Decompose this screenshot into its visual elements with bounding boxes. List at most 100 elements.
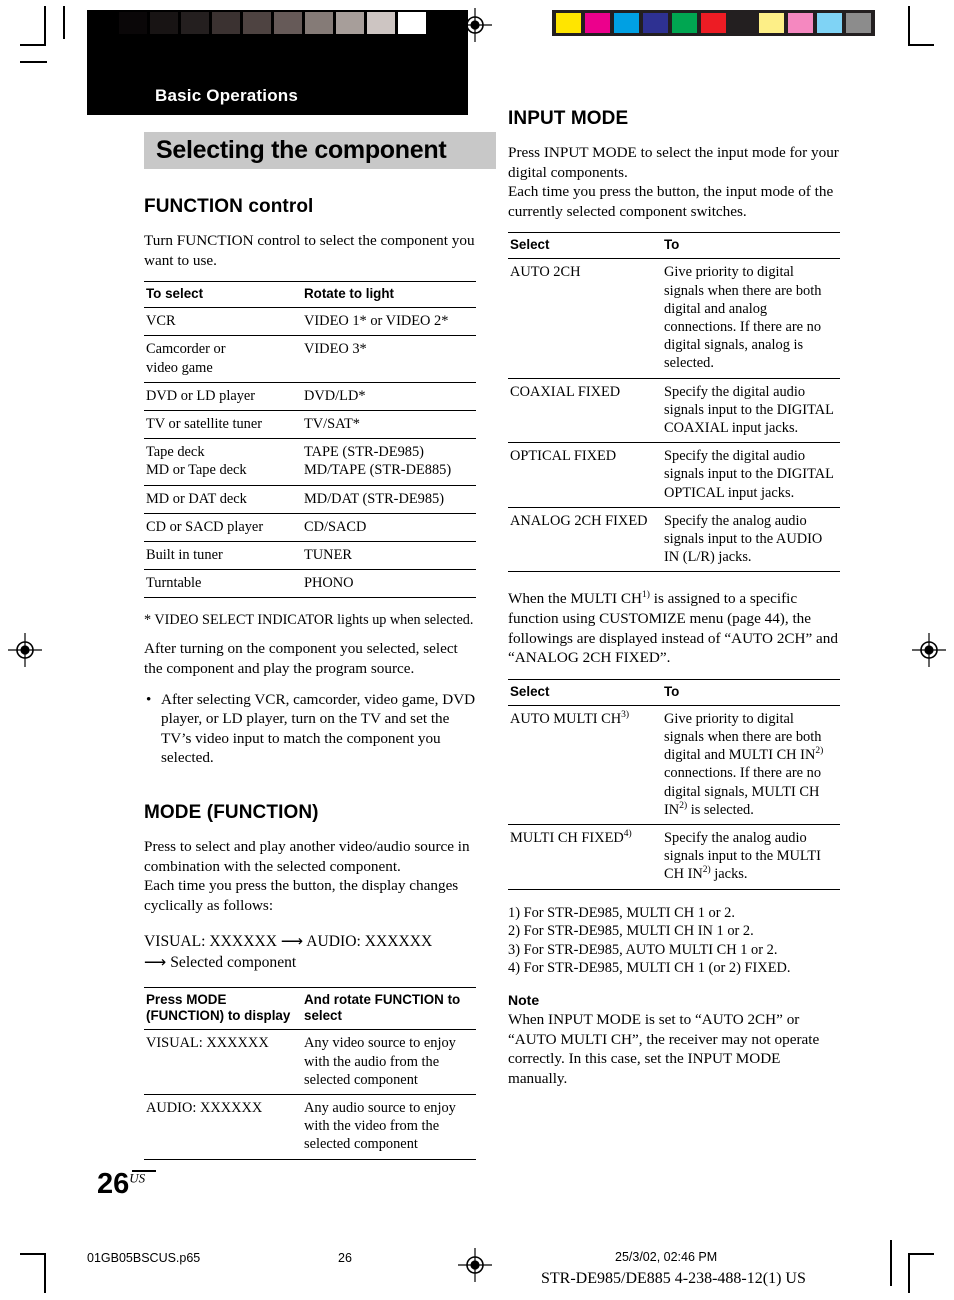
column-header-to: To [662,232,840,260]
page-number-rule [132,1170,156,1172]
table-header-row: Press MODE (FUNCTION) to display And rot… [144,987,476,1031]
cell-select: Camcorder or video game [144,335,302,383]
cell-to: Specify the analog audio signals input t… [662,507,840,573]
cell-select: VCR [144,307,302,337]
cell-to: Any audio source to enjoy with the video… [302,1094,476,1160]
note-heading: Note [508,992,540,1008]
multi-ch-table: Select To AUTO MULTI CH3) Give priority … [508,678,840,890]
input-mode-table: Select To AUTO 2CH Give priority to digi… [508,232,840,573]
cell-select: AUDIO: XXXXXX [144,1094,302,1160]
manual-page: Basic Operations Selecting the component… [0,0,954,1300]
footnote-1: 1) For STR-DE985, MULTI CH 1 or 2. [508,904,735,921]
table-row: Tape deck TAPE (STR-DE985) [144,439,476,462]
footnote-ref-2: 2) [702,865,711,876]
footer-timestamp: 25/3/02, 02:46 PM [615,1250,718,1264]
heading-function-control: FUNCTION control [144,196,314,217]
table-row: OPTICAL FIXED Specify the digital audio … [508,442,840,508]
footnote-3: 3) For STR-DE985, AUTO MULTI CH 1 or 2. [508,941,778,958]
cell-select: OPTICAL FIXED [508,442,662,508]
function-control-bullets: After selecting VCR, camcorder, video ga… [144,690,476,768]
column-header-and-rotate: And rotate FUNCTION to select [302,987,476,1031]
cell-select: MULTI CH FIXED4) [508,824,662,890]
cell-to: Specify the analog audio signals input t… [662,824,840,890]
table-row: MD or DAT deck MD/DAT (STR-DE985) [144,485,476,514]
list-item: After selecting VCR, camcorder, video ga… [144,690,476,768]
after-turning-on-text: After turning on the component you selec… [144,640,458,678]
column-header-select: Select [508,678,662,706]
cell-to: VIDEO 1* or VIDEO 2* [302,307,476,337]
video-select-footnote: * VIDEO SELECT INDICATOR lights up when … [144,612,474,629]
page-number-region: US [129,1170,146,1186]
input-mode-para2: Each time you press the button, the inpu… [508,183,834,220]
table-row: CD or SACD player CD/SACD [144,513,476,543]
cell-select: MD or DAT deck [144,485,302,514]
cell-select: Built in tuner [144,541,302,571]
cell-to: Specify the digital audio signals input … [662,378,840,444]
mode-function-table: Press MODE (FUNCTION) to display And rot… [144,987,476,1160]
table-row: VCR VIDEO 1* or VIDEO 2* [144,307,476,337]
column-header-select: Select [508,232,662,260]
page-title: Selecting the component [156,136,447,164]
cell-to: Give priority to digital signals when th… [662,258,840,379]
footer-model-code: STR-DE985/DE885 4-238-488-12(1) US [541,1270,806,1287]
input-mode-para1: Press INPUT MODE to select the input mod… [508,144,839,181]
column-header-to: To [662,678,840,706]
footnote-ref-1: 1) [642,590,650,601]
cell-to: PHONO [302,569,476,599]
footnote-list: 1) For STR-DE985, MULTI CH 1 or 2. 2) Fo… [508,904,840,978]
table-row: Built in tuner TUNER [144,541,476,571]
cell-to: MD/TAPE (STR-DE885) [302,461,476,486]
cell-select: Turntable [144,569,302,599]
footnote-4: 4) For STR-DE985, MULTI CH 1 (or 2) FIXE… [508,960,791,977]
cell-select: DVD or LD player [144,382,302,412]
table-row: Camcorder or video game VIDEO 3* [144,335,476,383]
column-header-press-mode: Press MODE (FUNCTION) to display [144,987,302,1031]
cell-to: Specify the digital audio signals input … [662,442,840,508]
mode-function-flow: VISUAL: XXXXXX ⟶ AUDIO: XXXXXX ⟶ Selecte… [144,931,476,973]
column-header-to-select: To select [144,281,302,309]
flow-line-1: VISUAL: XXXXXX ⟶ AUDIO: XXXXXX [144,933,433,951]
table-row: COAXIAL FIXED Specify the digital audio … [508,378,840,444]
cell-to: TAPE (STR-DE985) [304,444,424,461]
footnote-2: 2) For STR-DE985, MULTI CH IN 1 or 2. [508,923,754,940]
cell-select: ANALOG 2CH FIXED [508,507,662,573]
cell-to: VIDEO 3* [302,335,476,383]
column-header-rotate-to-light: Rotate to light [302,281,476,309]
heading-input-mode: INPUT MODE [508,108,629,129]
table-row: ANALOG 2CH FIXED Specify the analog audi… [508,507,840,573]
table-row: AUDIO: XXXXXX Any audio source to enjoy … [144,1094,476,1160]
cell-select: COAXIAL FIXED [508,378,662,444]
table-header-row: To select Rotate to light [144,281,476,309]
cell-select: VISUAL: XXXXXX [144,1029,302,1095]
mode-function-para1: Press to select and play another video/a… [144,837,470,875]
table-row: MULTI CH FIXED4) Specify the analog audi… [508,824,840,890]
cell-select: Tape deck [146,444,205,461]
cell-select: TV or satellite tuner [144,410,302,440]
footer-filename: 01GB05BSCUS.p65 [87,1251,201,1265]
heading-mode-function: MODE (FUNCTION) [144,801,319,823]
footnote-ref-2: 2) [679,801,688,812]
page-number-value: 26 [97,1168,130,1200]
mode-function-para2: Each time you press the button, the disp… [144,877,459,914]
cell-to: DVD/LD* [302,382,476,412]
cell-to: TUNER [302,541,476,571]
cell-to: Any video source to enjoy with the audio… [302,1029,476,1095]
table-row: VISUAL: XXXXXX Any video source to enjoy… [144,1029,476,1095]
right-column: INPUT MODE Press INPUT MODE to select th… [508,108,840,1099]
cell-select: AUTO MULTI CH3) [508,705,662,826]
cell-select: MD or Tape deck [144,461,302,486]
multi-ch-paragraph: When the MULTI CH1) is assigned to a spe… [508,590,838,667]
footnote-ref-2: 2) [815,746,824,757]
section-tag-label: Basic Operations [155,86,299,105]
cell-select: CD or SACD player [144,513,302,543]
table-row: Turntable PHONO [144,569,476,599]
table-row: AUTO 2CH Give priority to digital signal… [508,258,840,379]
cell-to: Give priority to digital signals when th… [662,705,840,826]
function-control-table: To select Rotate to light VCR VIDEO 1* o… [144,281,476,599]
footnote-ref-4: 4) [623,829,632,840]
function-control-intro: Turn FUNCTION control to select the comp… [144,232,475,269]
flow-line-2: ⟶ Selected component [144,954,297,972]
table-row: MD or Tape deck MD/TAPE (STR-DE885) [144,461,476,486]
left-column: FUNCTION control Turn FUNCTION control t… [144,196,476,1160]
page-number: 26US [97,1168,145,1201]
